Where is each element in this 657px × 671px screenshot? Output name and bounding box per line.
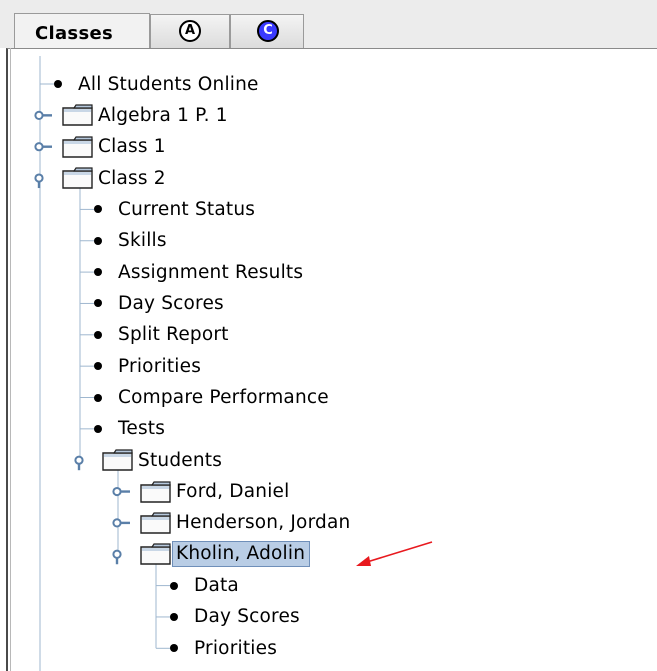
annotation-arrow: [356, 541, 433, 566]
